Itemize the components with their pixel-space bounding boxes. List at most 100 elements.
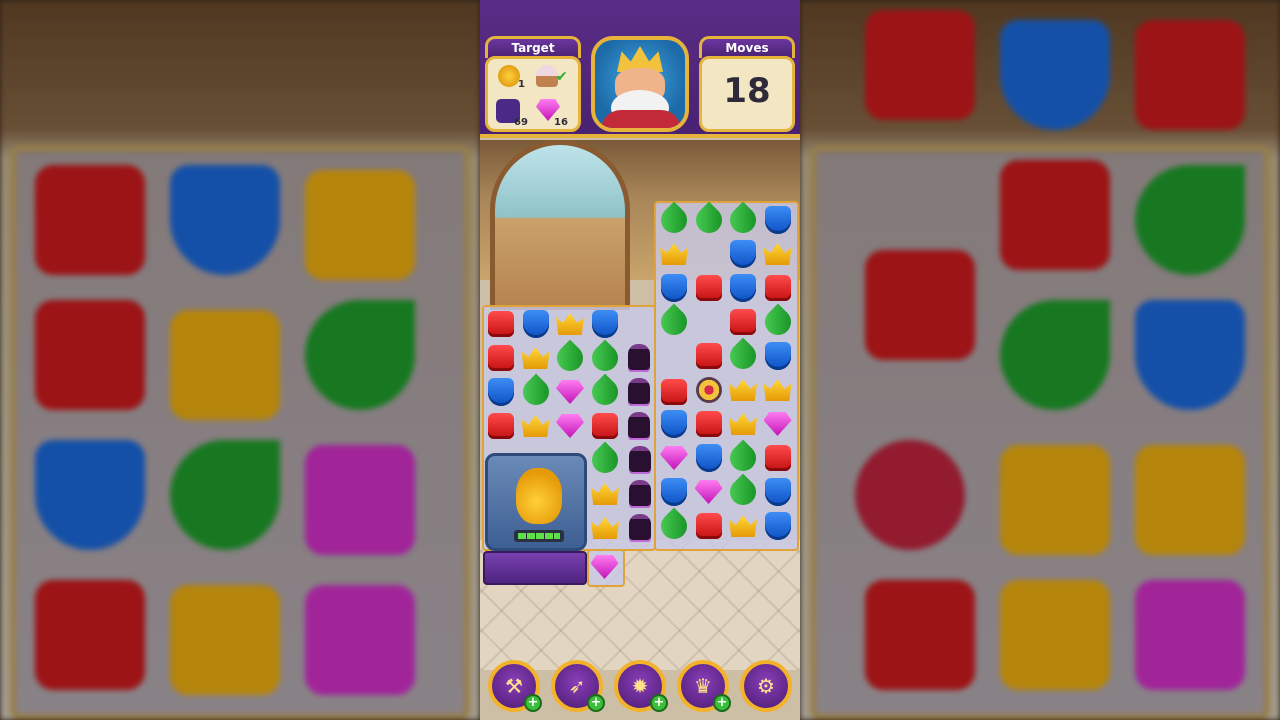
- yellow-gem-shape: [660, 243, 688, 265]
- blue-gem[interactable]: [658, 272, 690, 304]
- blue-gem[interactable]: [658, 408, 690, 440]
- yellow-gem[interactable]: [520, 410, 552, 442]
- blue-gem-shape: [522, 310, 549, 338]
- red-gem[interactable]: [693, 408, 725, 440]
- plus-icon[interactable]: +: [713, 694, 731, 712]
- check-icon: ✔: [556, 69, 568, 85]
- hammer-booster[interactable]: ⚒ +: [488, 660, 542, 712]
- jester-booster[interactable]: ♛ +: [677, 660, 731, 712]
- red-gem[interactable]: [693, 340, 725, 372]
- yellow-gem[interactable]: [762, 238, 794, 270]
- purple-gem-shape: [556, 414, 584, 438]
- propeller-icon[interactable]: [693, 374, 725, 406]
- red-gem[interactable]: [762, 442, 794, 474]
- green-gem[interactable]: [586, 441, 624, 479]
- green-gem[interactable]: [586, 339, 623, 377]
- green-gem-shape: [724, 473, 762, 511]
- yellow-gem[interactable]: [589, 478, 621, 510]
- green-gem[interactable]: [724, 201, 762, 239]
- red-gem[interactable]: [658, 376, 690, 408]
- purple-gem-shape: [763, 412, 792, 436]
- blue-gem[interactable]: [520, 308, 552, 340]
- duck-crate[interactable]: [485, 453, 587, 551]
- blue-gem[interactable]: [762, 204, 794, 236]
- green-gem-shape: [690, 201, 727, 239]
- red-gem[interactable]: [693, 510, 725, 542]
- blue-gem[interactable]: [727, 238, 759, 270]
- red-gem[interactable]: [485, 410, 517, 442]
- plus-icon[interactable]: +: [524, 694, 542, 712]
- yellow-gem-shape: [556, 313, 584, 335]
- red-gem[interactable]: [693, 272, 725, 304]
- blue-gem[interactable]: [658, 476, 690, 508]
- purple-gem[interactable]: [658, 442, 690, 474]
- yellow-gem[interactable]: [520, 342, 552, 374]
- red-gem[interactable]: [485, 342, 517, 374]
- arrow-booster[interactable]: ➶ +: [551, 660, 605, 712]
- yellow-gem[interactable]: [727, 408, 759, 440]
- red-gem-shape: [488, 413, 514, 439]
- blue-gem[interactable]: [589, 308, 621, 340]
- green-gem-shape: [586, 373, 623, 411]
- purple-gem[interactable]: [554, 410, 586, 442]
- purple-gem[interactable]: [693, 476, 725, 508]
- blue-gem[interactable]: [727, 272, 759, 304]
- yellow-gem[interactable]: [658, 238, 690, 270]
- green-gem[interactable]: [724, 473, 762, 511]
- purple-gem[interactable]: [589, 551, 621, 583]
- green-gem[interactable]: [759, 303, 796, 341]
- moves-counter: 18: [723, 71, 771, 111]
- magic-hat-blocker[interactable]: [623, 410, 655, 442]
- red-gem[interactable]: [727, 306, 759, 338]
- green-gem[interactable]: [724, 337, 762, 375]
- yellow-gem[interactable]: [554, 308, 586, 340]
- green-gem[interactable]: [724, 439, 762, 477]
- green-gem[interactable]: [655, 303, 693, 341]
- target-title: Target: [485, 36, 581, 58]
- plus-icon[interactable]: +: [587, 694, 605, 712]
- red-gem-shape: [488, 311, 514, 337]
- yellow-gem[interactable]: [589, 512, 621, 544]
- magic-hat-blocker[interactable]: [624, 478, 656, 510]
- green-gem-shape: [586, 441, 624, 479]
- plus-icon[interactable]: +: [650, 694, 668, 712]
- yellow-gem[interactable]: [727, 510, 759, 542]
- magic-hat-blocker[interactable]: [623, 342, 655, 374]
- red-gem[interactable]: [589, 410, 621, 442]
- settings-button[interactable]: ⚙: [740, 660, 792, 712]
- purple-gem[interactable]: [554, 376, 586, 408]
- hammer-icon: ⚒: [505, 674, 523, 698]
- blue-gem[interactable]: [762, 510, 794, 542]
- magic-hat-blocker[interactable]: [624, 444, 656, 476]
- golden-duck-icon: [516, 468, 562, 524]
- jester-hat-icon: ♛: [694, 674, 712, 698]
- green-gem[interactable]: [655, 201, 693, 239]
- green-gem-shape: [551, 339, 589, 377]
- green-gem[interactable]: [517, 373, 554, 411]
- blue-gem-shape: [764, 478, 791, 506]
- red-gem-shape: [695, 411, 722, 437]
- green-gem[interactable]: [551, 339, 589, 377]
- green-gem[interactable]: [655, 507, 693, 545]
- yellow-gem-shape: [591, 517, 619, 539]
- magic-hat-blocker[interactable]: [624, 512, 656, 544]
- green-gem[interactable]: [690, 201, 727, 239]
- red-gem[interactable]: [762, 272, 794, 304]
- magic-hat-blocker[interactable]: [623, 376, 655, 408]
- blue-gem[interactable]: [762, 476, 794, 508]
- red-gem-shape: [764, 445, 791, 471]
- gear-icon: ⚙: [757, 674, 775, 698]
- moves-panel: 18: [699, 56, 795, 132]
- purple-gem-shape: [660, 446, 688, 470]
- booster-bar: ⚒ + ➶ + ✹ + ♛ + ⚙: [480, 652, 800, 720]
- moves-title: Moves: [699, 36, 795, 58]
- yellow-gem[interactable]: [762, 374, 794, 406]
- blue-gem[interactable]: [693, 442, 725, 474]
- blue-gem[interactable]: [485, 376, 517, 408]
- green-gem[interactable]: [586, 373, 623, 411]
- red-gem[interactable]: [485, 308, 517, 340]
- yellow-gem[interactable]: [727, 374, 759, 406]
- purple-gem[interactable]: [762, 408, 794, 440]
- cannon-booster[interactable]: ✹ +: [614, 660, 668, 712]
- blue-gem[interactable]: [762, 340, 794, 372]
